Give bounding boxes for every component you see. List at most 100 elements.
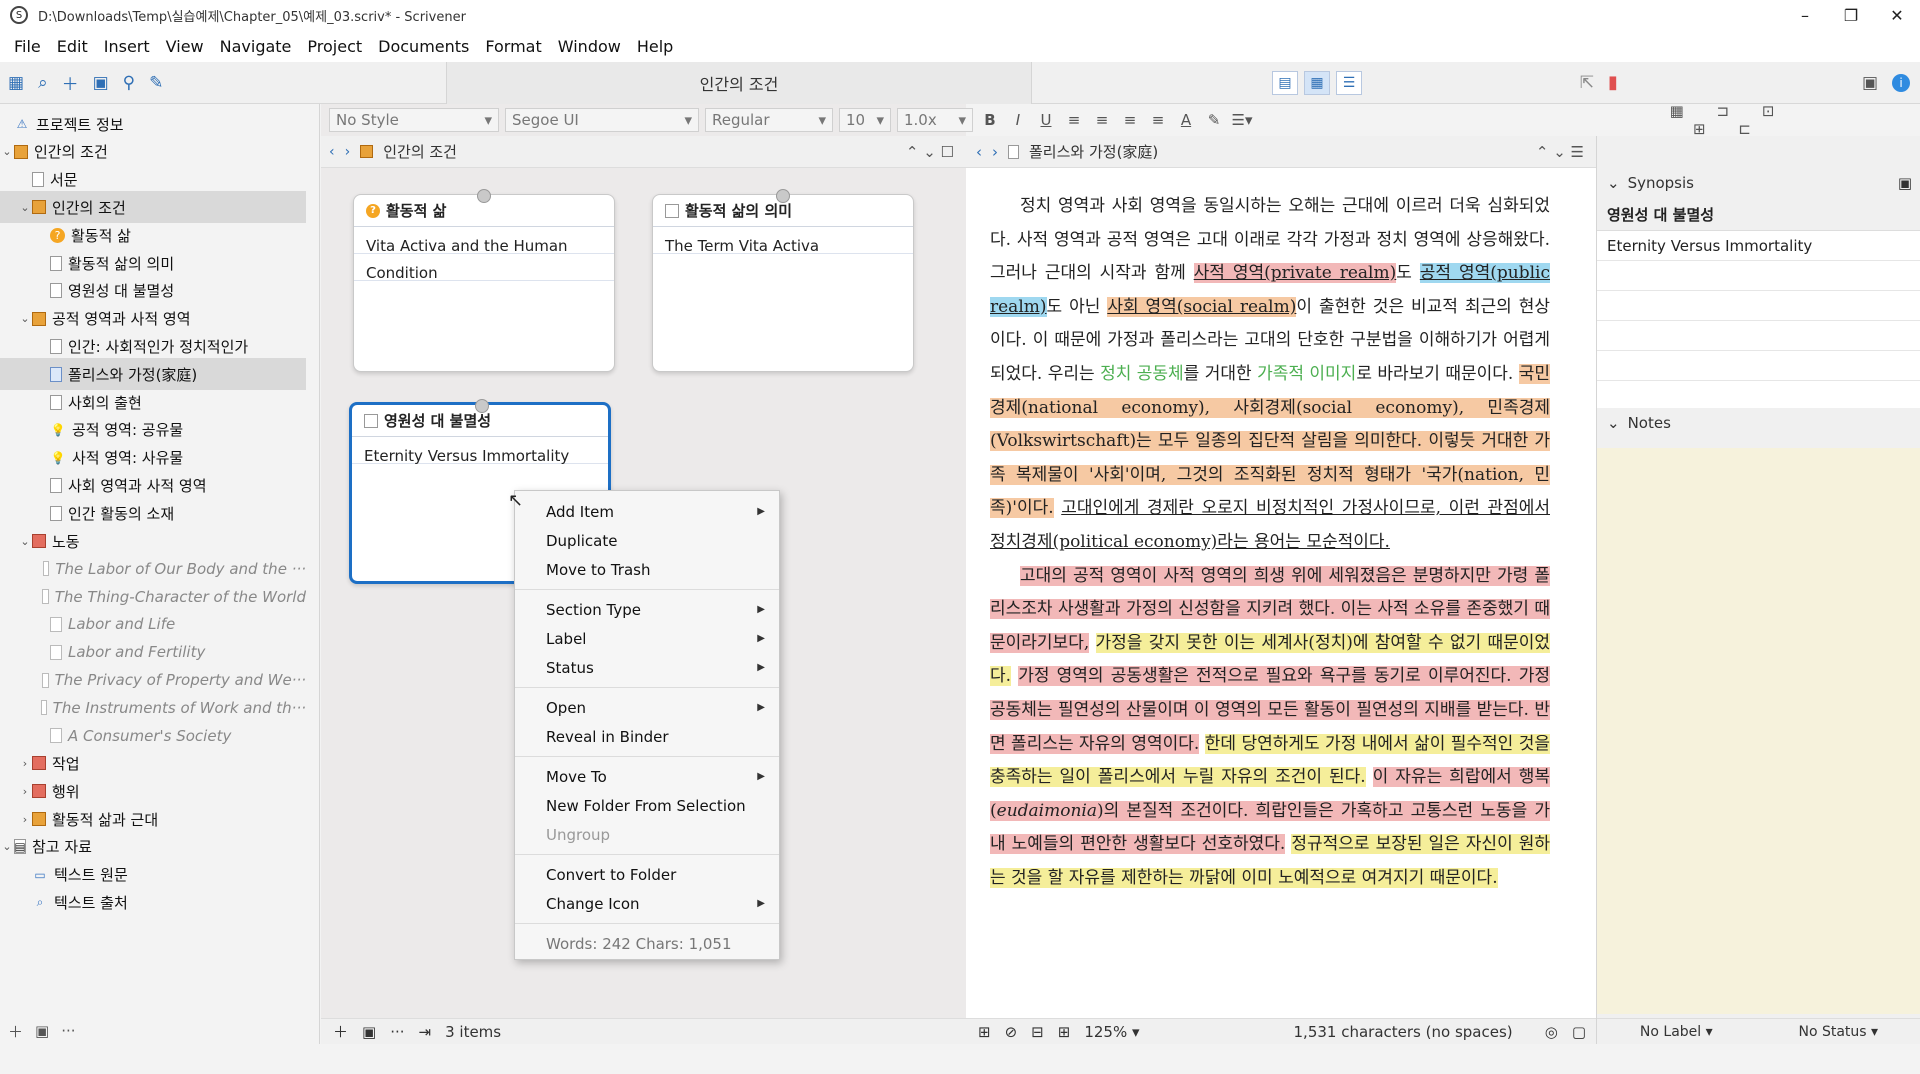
disclosure-arrow-icon[interactable]: ›: [18, 813, 32, 826]
context-menu-item[interactable]: Move To ▶: [515, 762, 779, 791]
context-menu-item[interactable]: New Folder From Selection: [515, 791, 779, 820]
justify-icon[interactable]: ≡: [1119, 111, 1141, 129]
italic-button[interactable]: I: [1007, 111, 1029, 129]
menu-navigate[interactable]: Navigate: [212, 37, 300, 56]
disclosure-arrow-icon[interactable]: ⌄: [18, 201, 32, 214]
new-doc-icon[interactable]: ▣: [362, 1023, 376, 1041]
context-menu-item[interactable]: Section Type ▶: [515, 595, 779, 624]
header-nav-icons[interactable]: ⌃ ⌄ ☰: [1536, 143, 1584, 161]
style-select[interactable]: No Style ▾: [329, 108, 499, 132]
menu-documents[interactable]: Documents: [370, 37, 477, 56]
binder-toggle-icon[interactable]: ▦: [8, 73, 24, 93]
target-icon[interactable]: ◎: [1545, 1023, 1558, 1041]
new-folder-icon[interactable]: ▣: [35, 1022, 49, 1040]
close-button[interactable]: ✕: [1874, 6, 1920, 25]
outliner-view-button[interactable]: ☰: [1336, 70, 1362, 95]
synopsis-text[interactable]: Eternity Versus Immortality: [1597, 230, 1920, 408]
maximize-button[interactable]: ❐: [1828, 6, 1874, 25]
menu-edit[interactable]: Edit: [49, 37, 96, 56]
menu-item-label: Duplicate: [546, 531, 618, 550]
compose-icon[interactable]: ✎: [149, 73, 163, 93]
synopsis-title[interactable]: 영원성 대 불멸성: [1597, 198, 1920, 230]
inspector-info-icon[interactable]: i: [1892, 73, 1910, 92]
outline-icon[interactable]: ⊟: [1031, 1023, 1044, 1041]
align-center-icon[interactable]: ≡: [1091, 111, 1113, 129]
menu-window[interactable]: Window: [550, 37, 629, 56]
list-icon[interactable]: ☰▾: [1231, 111, 1253, 129]
notes-header[interactable]: ⌄ Notes: [1597, 408, 1920, 438]
bold-button[interactable]: B: [979, 111, 1001, 129]
disclosure-arrow-icon[interactable]: ›: [18, 757, 32, 770]
align-right-icon[interactable]: ≡: [1147, 111, 1169, 129]
add-icon[interactable]: ＋: [333, 1021, 348, 1042]
binder-item-label: 활동적 삶과 근대: [52, 810, 159, 829]
index-card[interactable]: 활동적 삶의 의미 The Term Vita Activa: [652, 189, 914, 372]
context-menu-item[interactable]: Label ▶: [515, 624, 779, 653]
zoom-select[interactable]: 125% ▾: [1084, 1023, 1139, 1041]
text-color-icon[interactable]: A: [1175, 111, 1197, 129]
font-select[interactable]: Segoe UI ▾: [505, 108, 699, 132]
synopsis-header[interactable]: ⌄ Synopsis ▣: [1597, 168, 1920, 198]
context-menu-item[interactable]: Status ▶: [515, 653, 779, 682]
editor-text[interactable]: 정치 영역과 사회 영역을 동일시하는 오해는 근대에 이르러 더욱 심화되었다…: [990, 190, 1551, 895]
label-select[interactable]: No Label ▾: [1640, 1024, 1713, 1040]
menu-view[interactable]: View: [158, 37, 212, 56]
context-menu-item[interactable]: Reveal in Binder: [515, 722, 779, 751]
underline-button[interactable]: U: [1035, 111, 1057, 129]
disclosure-arrow-icon[interactable]: ›: [18, 785, 32, 798]
search-icon[interactable]: ⌕: [38, 73, 48, 93]
back-arrow-icon[interactable]: ‹: [329, 144, 335, 160]
index-card[interactable]: ? 활동적 삶 Vita Activa and the Human Condit…: [353, 189, 615, 372]
context-menu-item[interactable]: Convert to Folder: [515, 860, 779, 889]
split-icon[interactable]: ⇱: [1580, 73, 1594, 93]
menu-format[interactable]: Format: [477, 37, 549, 56]
forward-arrow-icon[interactable]: ›: [992, 143, 998, 161]
document-title: 인간의 조건: [446, 61, 1032, 104]
chevron-down-icon: ▾: [684, 111, 692, 129]
attach-icon[interactable]: ⚲: [123, 73, 135, 93]
forward-arrow-icon[interactable]: ›: [345, 144, 351, 160]
disclosure-arrow-icon[interactable]: ⌄: [0, 840, 14, 853]
context-menu-item[interactable]: Change Icon ▶: [515, 889, 779, 918]
status-select[interactable]: No Status ▾: [1798, 1024, 1878, 1040]
disclosure-arrow-icon[interactable]: ⌄: [0, 145, 14, 158]
minimize-button[interactable]: –: [1782, 6, 1828, 25]
goto-icon[interactable]: ⇥: [419, 1023, 432, 1041]
more-icon[interactable]: ···: [390, 1023, 404, 1041]
tag-icon[interactable]: ⊘: [1005, 1023, 1018, 1041]
context-menu-item[interactable]: Move to Trash: [515, 555, 779, 584]
more-icon[interactable]: ···: [61, 1022, 75, 1040]
menu-file[interactable]: File: [6, 37, 49, 56]
disclosure-arrow-icon[interactable]: ⌄: [18, 312, 32, 325]
comment-icon[interactable]: ▢: [1572, 1023, 1586, 1041]
bookmark-icon[interactable]: ▮: [1608, 72, 1618, 93]
header-nav-icons[interactable]: ⌃ ⌄ ☐: [906, 143, 954, 161]
size-select[interactable]: 10 ▾: [839, 108, 891, 132]
context-menu-item[interactable]: Duplicate: [515, 526, 779, 555]
add-icon[interactable]: ＋: [62, 70, 79, 95]
menu-insert[interactable]: Insert: [96, 37, 158, 56]
binder-item-label: A Consumer's Society: [68, 726, 232, 745]
back-arrow-icon[interactable]: ‹: [976, 143, 982, 161]
menu-help[interactable]: Help: [629, 37, 681, 56]
align-left-icon[interactable]: ≡: [1063, 111, 1085, 129]
notes-area[interactable]: [1597, 448, 1920, 1014]
scrivenings-view-button[interactable]: ▤: [1272, 70, 1298, 95]
disclosure-arrow-icon[interactable]: ⌄: [18, 535, 32, 548]
context-menu-item[interactable]: Add Item ▶: [515, 497, 779, 526]
corkboard-view-button[interactable]: ▦: [1304, 70, 1330, 95]
spacing-select[interactable]: 1.0x ▾: [897, 108, 973, 132]
menu-project[interactable]: Project: [299, 37, 370, 56]
folder-add-icon[interactable]: ▣: [93, 73, 109, 93]
grid-icon[interactable]: ⊞: [1058, 1023, 1071, 1041]
context-menu-item[interactable]: Open ▶: [515, 693, 779, 722]
view-grid-icon[interactable]: ⊞: [978, 1023, 991, 1041]
quickref-icon[interactable]: ▣: [1862, 73, 1878, 93]
inspector-tab-icons[interactable]: ▦ ⊐ ⊡ ⊞ ⊏: [1649, 102, 1809, 138]
image-icon[interactable]: ▣: [1898, 174, 1912, 192]
menu-item-label: Move To: [546, 767, 607, 786]
weight-select[interactable]: Regular ▾: [705, 108, 833, 132]
highlight-icon[interactable]: ✎: [1203, 111, 1225, 129]
add-icon[interactable]: ＋: [8, 1021, 23, 1042]
binder-item[interactable]: ⌕ 텍스트 출처: [0, 886, 306, 918]
